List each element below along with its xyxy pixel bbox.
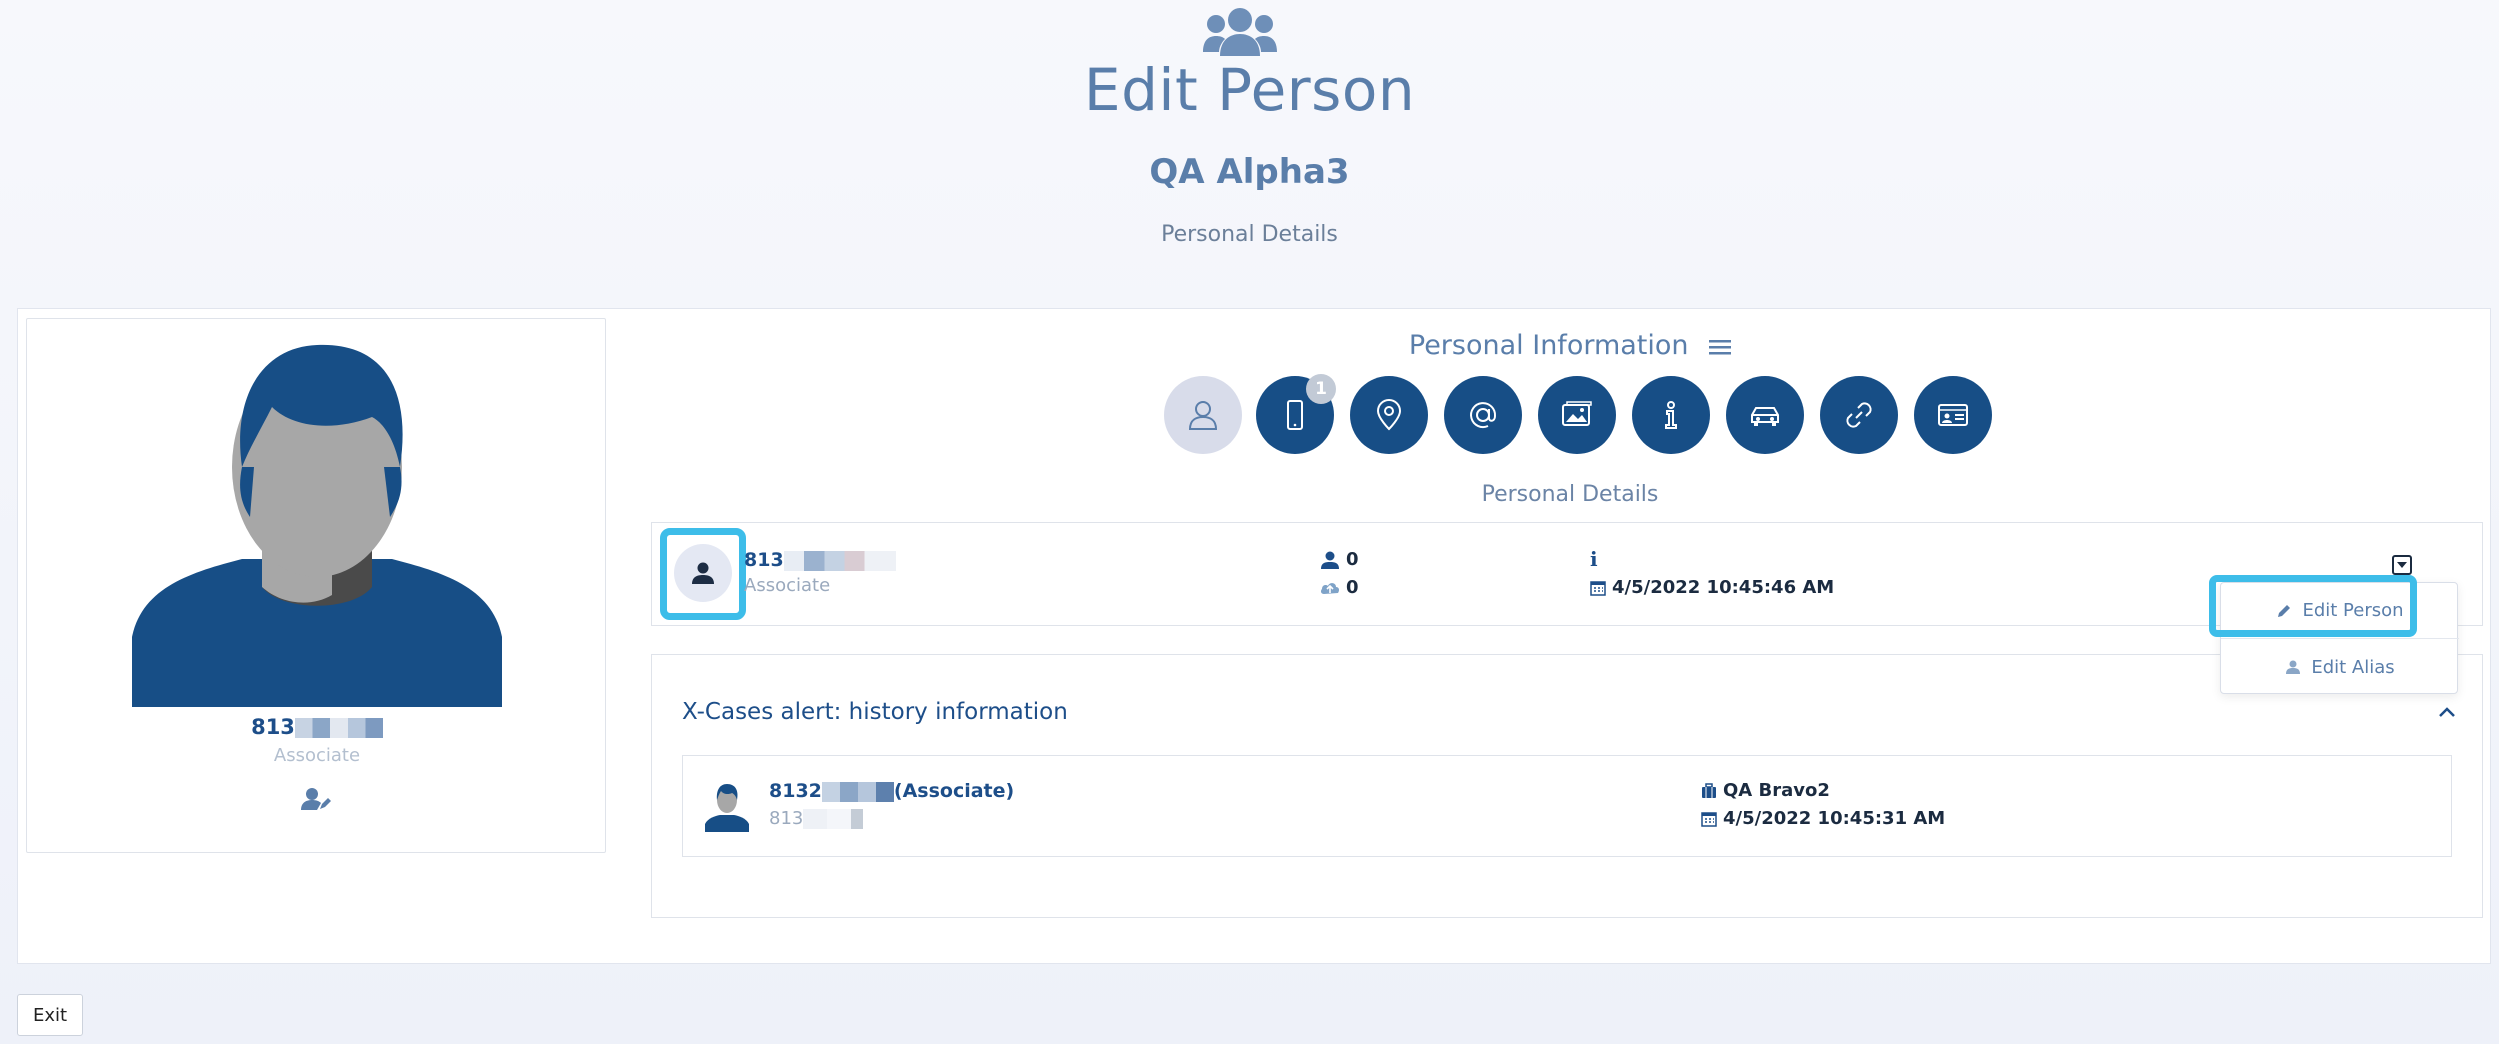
- alert-title: X-Cases alert: history information: [682, 699, 1068, 725]
- menu-item-edit-alias[interactable]: Edit Alias: [2221, 639, 2459, 695]
- personal-details-label: Personal Details: [1481, 482, 1659, 507]
- info-icon: [1665, 401, 1677, 429]
- at-sign-icon: [1470, 402, 1497, 429]
- alert-entry: 8132 (Associate) 813 QA Bravo2 4/5/2022 1…: [682, 755, 2452, 857]
- personal-info-title: Personal Information: [1300, 330, 1840, 361]
- alert-entry-case: QA Bravo2: [1701, 780, 1830, 801]
- category-email-button[interactable]: [1444, 376, 1522, 454]
- category-person-button[interactable]: [1164, 376, 1242, 454]
- person-avatar-icon: [132, 344, 502, 707]
- category-phone-button[interactable]: 1: [1256, 374, 1336, 454]
- row-person-id: 813: [744, 549, 896, 571]
- person-icon: [2286, 660, 2301, 674]
- page-subtitle: Personal Details: [1161, 222, 1338, 247]
- alert-entry-date: 4/5/2022 10:45:31 AM: [1701, 808, 1945, 829]
- category-vehicle-button[interactable]: [1726, 376, 1804, 454]
- person-outline-icon: [1188, 401, 1218, 430]
- hamburger-menu-icon[interactable]: [1709, 338, 1732, 356]
- image-gallery-icon: [1562, 401, 1592, 426]
- alert-entry-name[interactable]: 8132 (Associate): [769, 780, 1014, 802]
- profile-role: Associate: [273, 745, 361, 766]
- person-icon: [692, 562, 714, 584]
- phone-count-badge: 1: [1306, 374, 1336, 404]
- profile-id: 813: [27, 715, 607, 739]
- category-info-button[interactable]: [1632, 376, 1710, 454]
- exit-button[interactable]: Exit: [17, 994, 83, 1036]
- location-pin-icon: [1376, 399, 1402, 431]
- category-location-button[interactable]: [1350, 376, 1428, 454]
- people-group-icon: [1203, 8, 1277, 56]
- profile-card: 813 Associate: [26, 318, 606, 853]
- caret-down-icon: [2397, 562, 2407, 568]
- category-links-button[interactable]: [1820, 376, 1898, 454]
- xcases-alert-card: X-Cases alert: history information 8132(…: [651, 654, 2483, 918]
- category-id-card-button[interactable]: [1914, 376, 1992, 454]
- mobile-phone-icon: [1287, 400, 1303, 430]
- cloud-upload-icon: [1320, 582, 1340, 594]
- person-avatar-icon: [705, 784, 749, 832]
- briefcase-icon: [1702, 782, 1716, 798]
- person-name: QA Alpha3: [1149, 152, 1350, 192]
- category-images-button[interactable]: [1538, 376, 1616, 454]
- person-icon: [1321, 551, 1339, 569]
- edit-person-highlight: [2209, 575, 2417, 637]
- calendar-icon: [1701, 811, 1717, 827]
- user-edit-icon[interactable]: [301, 787, 331, 811]
- persons-count: 0: [1320, 549, 1359, 570]
- row-actions-dropdown-toggle[interactable]: [2392, 555, 2412, 575]
- row-avatar-button[interactable]: [660, 528, 746, 620]
- page-title: Edit Person: [1083, 56, 1416, 124]
- chevron-up-icon[interactable]: [2436, 701, 2458, 723]
- calendar-icon: [1590, 580, 1606, 596]
- row-created-date: 4/5/2022 10:45:46 AM: [1590, 577, 1834, 598]
- row-person-role: Associate: [744, 575, 831, 596]
- car-icon: [1751, 407, 1779, 426]
- info-mark: i: [1590, 547, 1598, 571]
- uploads-count: 0: [1320, 577, 1359, 598]
- alert-entry-sub: 813: [769, 808, 864, 829]
- link-icon: [1846, 402, 1872, 428]
- id-card-icon: [1938, 404, 1968, 426]
